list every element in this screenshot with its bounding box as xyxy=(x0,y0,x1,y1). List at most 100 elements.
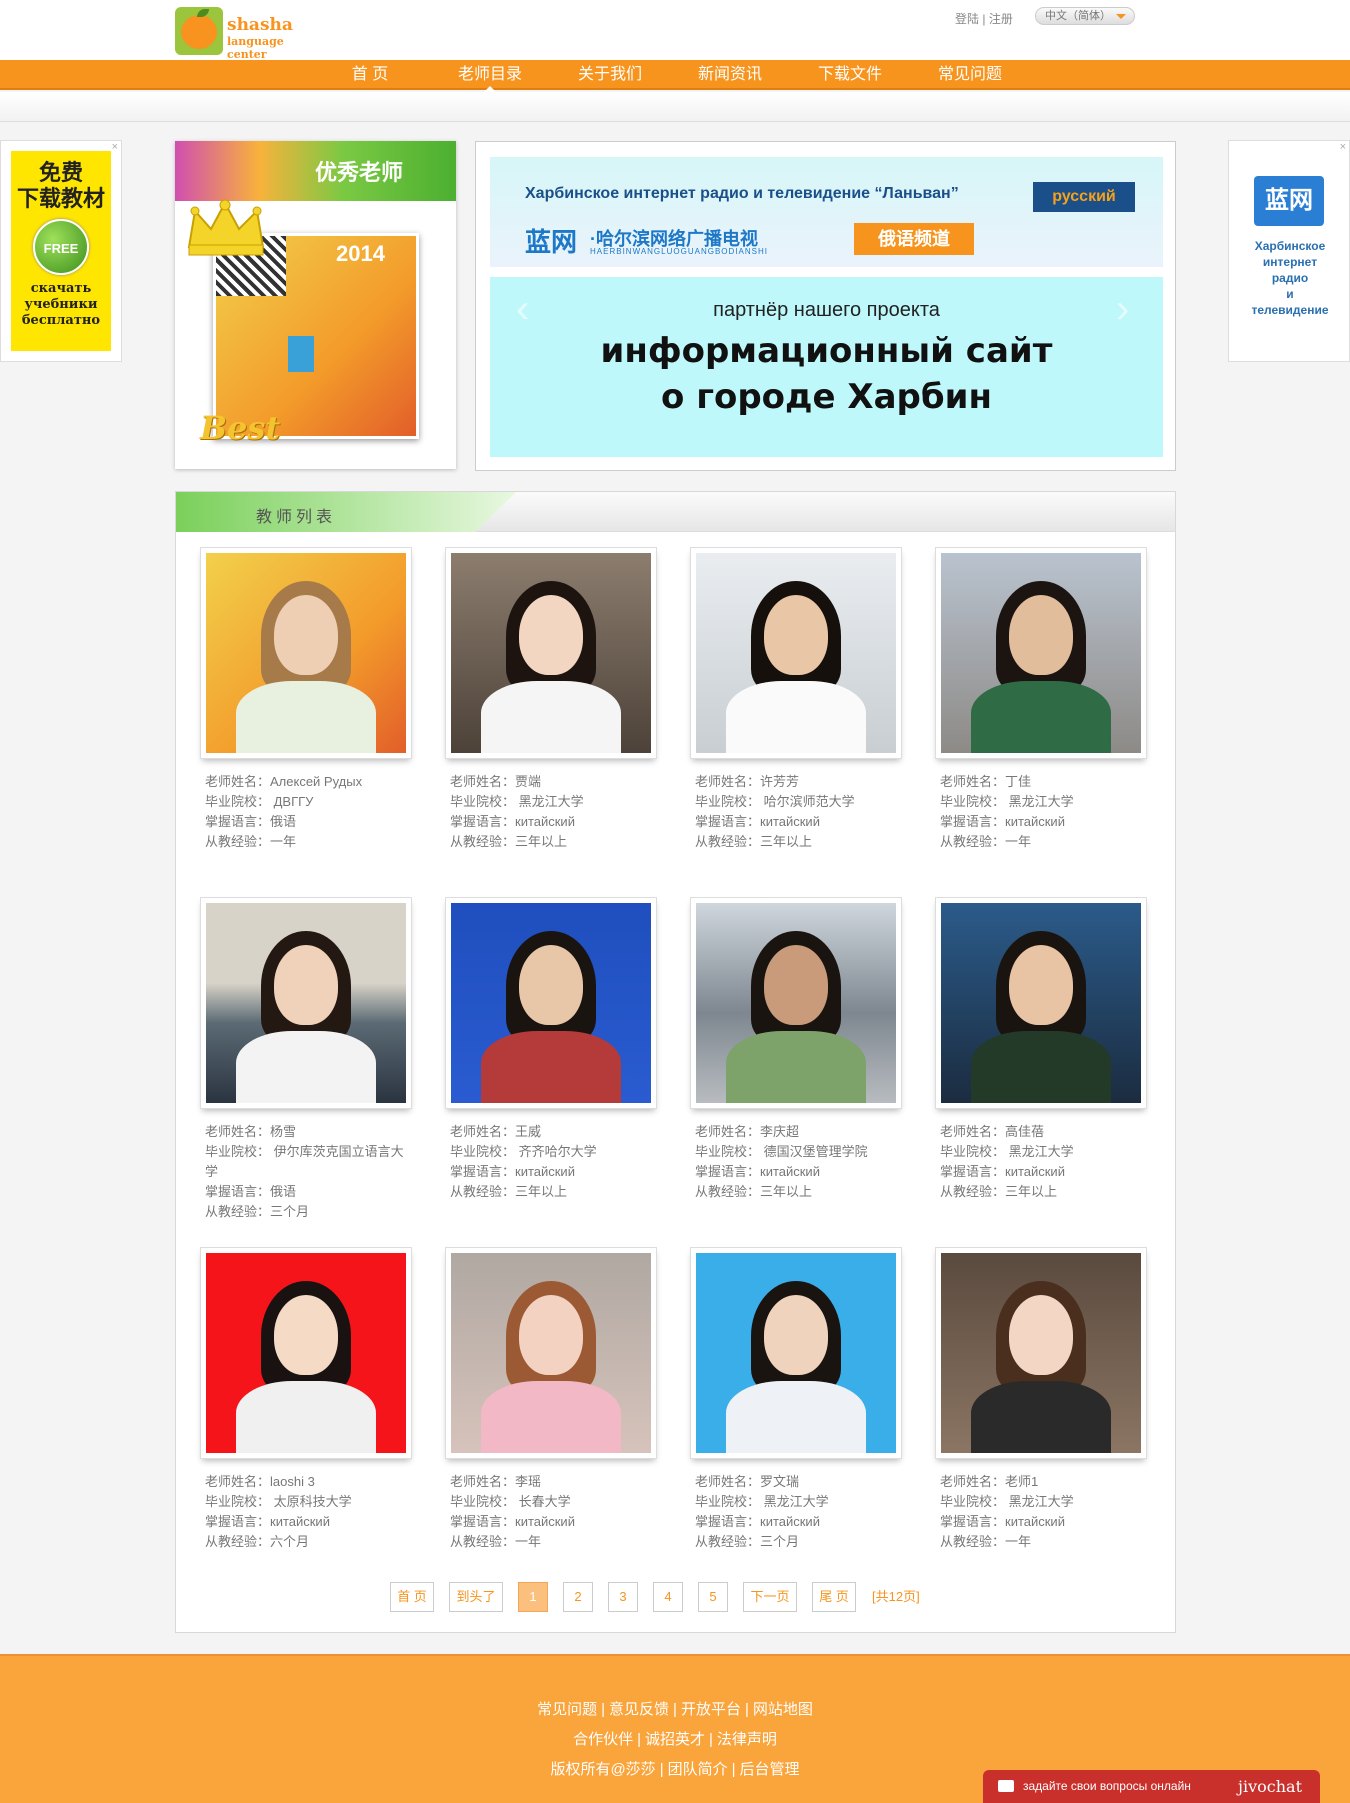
teacher-name[interactable]: 老师姓名：罗文瑞 xyxy=(695,1472,905,1492)
footer-link-partners[interactable]: 合作伙伴 xyxy=(573,1731,633,1748)
footer-link-jobs[interactable]: 诚招英才 xyxy=(645,1731,705,1748)
teacher-card[interactable]: 老师姓名：高佳蓓 毕业院校： 黑龙江大学 掌握语言：китайский 从教经验：三年… xyxy=(935,897,1149,1227)
teacher-photo[interactable] xyxy=(935,547,1147,759)
right-side-ad[interactable]: × 蓝网 Харбинское интернет радио и телевид… xyxy=(1228,140,1350,362)
page-3-button[interactable]: 3 xyxy=(608,1582,638,1612)
banner-top-strip: Харбинское интернет радио и телевидение … xyxy=(490,157,1163,267)
footer-link-legal[interactable]: 法律声明 xyxy=(717,1731,777,1748)
chevron-down-icon xyxy=(1116,14,1126,19)
teacher-name[interactable]: 老师姓名：Алексей Рудых xyxy=(205,772,415,792)
chevron-left-icon[interactable]: ‹ xyxy=(516,287,529,332)
teacher-card[interactable]: 老师姓名：Алексей Рудых 毕业院校： ДВГГУ 掌握语言：俄语 从教经验… xyxy=(200,547,414,877)
teacher-name[interactable]: 老师姓名：王威 xyxy=(450,1122,660,1142)
footer-link-feedback[interactable]: 意见反馈 xyxy=(609,1701,669,1718)
page-last-button[interactable]: 尾 页 xyxy=(812,1582,856,1612)
teacher-name[interactable]: 老师姓名：贾端 xyxy=(450,772,660,792)
login-link[interactable]: 登陆 xyxy=(955,12,979,26)
teacher-photo[interactable] xyxy=(690,547,902,759)
teacher-language: 掌握语言：китайский xyxy=(695,1164,820,1179)
footer-link-sitemap[interactable]: 网站地图 xyxy=(753,1701,813,1718)
banner-headline-line-2: о городе Харбин xyxy=(661,377,992,417)
teacher-info: 老师姓名：丁佳 毕业院校： 黑龙江大学 掌握语言：китайский 从教经验：一年 xyxy=(940,772,1150,852)
teacher-school: 毕业院校： 黑龙江大学 xyxy=(940,794,1074,809)
teacher-photo[interactable] xyxy=(690,897,902,1109)
teacher-info: 老师姓名：laoshi 3 毕业院校： 太原科技大学 掌握语言：китайский 从… xyxy=(205,1472,415,1552)
page-2-button[interactable]: 2 xyxy=(563,1582,593,1612)
teacher-name[interactable]: 老师姓名：杨雪 xyxy=(205,1122,415,1142)
left-side-ad[interactable]: × 免费 下载教材 FREE скачать учебники бесплатн… xyxy=(0,140,122,362)
teacher-name[interactable]: 老师姓名：老师1 xyxy=(940,1472,1150,1492)
nav-faq[interactable]: 常见问题 xyxy=(930,60,1010,90)
teacher-photo[interactable] xyxy=(200,897,412,1109)
ad-title: 免费 下载教材 xyxy=(11,161,111,213)
footer-link-team[interactable]: 团队简介 xyxy=(668,1761,728,1778)
teacher-photo[interactable] xyxy=(935,897,1147,1109)
partner-banner-slider[interactable]: Харбинское интернет радио и телевидение … xyxy=(475,141,1176,471)
teacher-name[interactable]: 老师姓名：李庆超 xyxy=(695,1122,905,1142)
teacher-card[interactable]: 老师姓名：王威 毕业院校： 齐齐哈尔大学 掌握语言：китайский 从教经验：三年… xyxy=(445,897,659,1227)
footer-separator: | xyxy=(659,1761,664,1778)
free-materials-ad[interactable]: 免费 下载教材 FREE скачать учебники бесплатно xyxy=(11,151,111,351)
teacher-photo[interactable] xyxy=(690,1247,902,1459)
teacher-language: 掌握语言：китайский xyxy=(695,814,820,829)
nav-news[interactable]: 新闻资讯 xyxy=(690,60,770,90)
page-4-button[interactable]: 4 xyxy=(653,1582,683,1612)
close-icon[interactable]: × xyxy=(112,141,118,153)
teacher-language: 掌握语言：китайский xyxy=(450,1514,575,1529)
page-5-button[interactable]: 5 xyxy=(698,1582,728,1612)
teacher-photo[interactable] xyxy=(445,897,657,1109)
teacher-info: 老师姓名：高佳蓓 毕业院校： 黑龙江大学 掌握语言：китайский 从教经验：三年… xyxy=(940,1122,1150,1202)
teacher-card[interactable]: 老师姓名：许芳芳 毕业院校： 哈尔滨师范大学 掌握语言：китайский 从教经验：… xyxy=(690,547,904,877)
page-1-button[interactable]: 1 xyxy=(518,1582,548,1612)
footer-link-open-platform[interactable]: 开放平台 xyxy=(681,1701,741,1718)
teacher-card[interactable]: 老师姓名：杨雪 毕业院校： 伊尔库茨克国立语言大学 掌握语言：俄语 从教经验：三个月 xyxy=(200,897,414,1227)
nav-about[interactable]: 关于我们 xyxy=(570,60,650,90)
language-value: 中文（简体） xyxy=(1045,10,1111,22)
teacher-card[interactable]: 老师姓名：李庆超 毕业院校： 德国汉堡管理学院 掌握语言：китайский 从教经验… xyxy=(690,897,904,1227)
teacher-card[interactable]: 老师姓名：贾端 毕业院校： 黑龙江大学 掌握语言：китайский 从教经验：三年以… xyxy=(445,547,659,877)
teacher-card[interactable]: 老师姓名：丁佳 毕业院校： 黑龙江大学 掌握语言：китайский 从教经验：一年 xyxy=(935,547,1149,877)
teacher-card[interactable]: 老师姓名：laoshi 3 毕业院校： 太原科技大学 掌握语言：китайский 从… xyxy=(200,1247,414,1577)
nav-home[interactable]: 首 页 xyxy=(340,60,400,90)
banner-partner-text: партнёр нашего проекта xyxy=(713,299,940,321)
teacher-card[interactable]: 老师姓名：李瑶 毕业院校： 长春大学 掌握语言：китайский 从教经验：一年 xyxy=(445,1247,659,1577)
footer-link-faq[interactable]: 常见问题 xyxy=(537,1701,597,1718)
page-total: [共12页] xyxy=(872,1589,920,1604)
page-first-button[interactable]: 首 页 xyxy=(390,1582,434,1612)
language-select[interactable]: 中文（简体） xyxy=(1035,7,1135,25)
footer-separator: | xyxy=(731,1761,736,1778)
chevron-right-icon[interactable]: › xyxy=(1116,287,1129,332)
ad-ru-line-3: бесплатно xyxy=(21,313,101,328)
teacher-info: 老师姓名：杨雪 毕业院校： 伊尔库茨克国立语言大学 掌握语言：俄语 从教经验：三个月 xyxy=(205,1122,415,1222)
teacher-card[interactable]: 老师姓名：老师1 毕业院校： 黑龙江大学 掌握语言：китайский 从教经验：一年 xyxy=(935,1247,1149,1577)
ad-russian-text: скачать учебники бесплатно xyxy=(11,281,111,329)
teacher-photo[interactable] xyxy=(200,547,412,759)
nav-downloads[interactable]: 下载文件 xyxy=(810,60,890,90)
footer-line-1: 常见问题 | 意见反馈 | 开放平台 | 网站地图 xyxy=(0,1698,1350,1719)
page-top-button[interactable]: 到头了 xyxy=(449,1582,503,1612)
teacher-name[interactable]: 老师姓名：丁佳 xyxy=(940,772,1150,792)
teacher-experience: 从教经验：三年以上 xyxy=(695,834,813,849)
lanwang-logo-icon: 蓝网 xyxy=(1254,176,1324,226)
teacher-experience: 从教经验：一年 xyxy=(940,834,1032,849)
register-link[interactable]: 注册 xyxy=(989,12,1013,26)
live-chat-widget[interactable]: задайте свои вопросы онлайн jivochat xyxy=(983,1770,1320,1803)
teacher-list-title: 教师列表 xyxy=(256,509,337,526)
nav-teachers[interactable]: 老师目录 xyxy=(450,60,530,92)
footer-link-admin[interactable]: 后台管理 xyxy=(740,1761,800,1778)
close-icon[interactable]: × xyxy=(1340,141,1346,153)
teacher-photo[interactable] xyxy=(200,1247,412,1459)
page-next-button[interactable]: 下一页 xyxy=(743,1582,797,1612)
teacher-photo[interactable] xyxy=(935,1247,1147,1459)
teacher-photo[interactable] xyxy=(445,1247,657,1459)
teacher-name[interactable]: 老师姓名：李瑶 xyxy=(450,1472,660,1492)
ad-right-text: Харбинское интернет радио и телевидение xyxy=(1234,238,1346,318)
teacher-photo[interactable] xyxy=(445,547,657,759)
teacher-name[interactable]: 老师姓名：许芳芳 xyxy=(695,772,905,792)
site-logo[interactable]: shasha language center xyxy=(175,7,305,61)
teacher-name[interactable]: 老师姓名：laoshi 3 xyxy=(205,1472,415,1492)
teacher-card[interactable]: 老师姓名：罗文瑞 毕业院校： 黑龙江大学 掌握语言：китайский 从教经验：三个… xyxy=(690,1247,904,1577)
teacher-name[interactable]: 老师姓名：高佳蓓 xyxy=(940,1122,1150,1142)
teacher-info: 老师姓名：许芳芳 毕业院校： 哈尔滨师范大学 掌握语言：китайский 从教经验：… xyxy=(695,772,905,852)
teacher-school: 毕业院校： 黑龙江大学 xyxy=(450,794,584,809)
